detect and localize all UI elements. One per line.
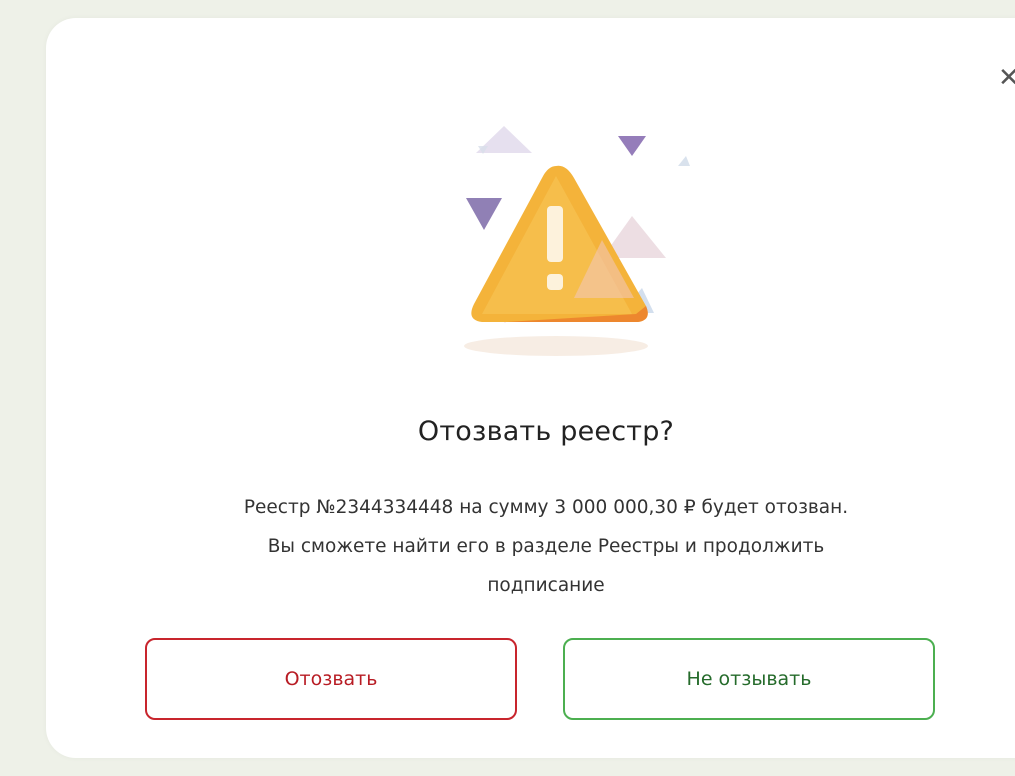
message-line: Вы сможете найти его в разделе Реестры и… [267, 536, 825, 557]
do-not-revoke-button-label: Не отзывать [686, 668, 812, 690]
revoke-button[interactable]: Отозвать [145, 638, 517, 720]
page-backdrop: ✕ Отозвать реестр? Реестр №2344334448 на… [0, 0, 1015, 776]
message-line: подписание [487, 575, 605, 596]
revoke-button-label: Отозвать [284, 668, 378, 690]
close-icon[interactable]: ✕ [998, 64, 1015, 92]
warning-triangle-icon [464, 126, 690, 356]
message-line: Реестр №2344334448 на сумму 3 000 000,30… [243, 497, 849, 518]
revoke-registry-dialog: ✕ Отозвать реестр? Реестр №2344334448 на… [46, 18, 1015, 758]
do-not-revoke-button[interactable]: Не отзывать [563, 638, 935, 720]
dialog-title: Отозвать реестр? [417, 416, 675, 447]
dialog-message: Реестр №2344334448 на сумму 3 000 000,30… [46, 488, 1015, 605]
